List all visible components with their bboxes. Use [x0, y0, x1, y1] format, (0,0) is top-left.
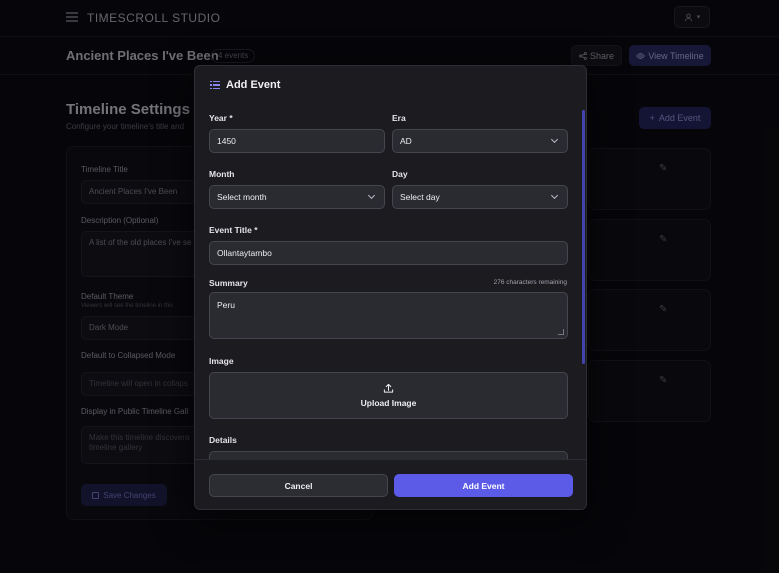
month-select[interactable]: Select month — [209, 185, 385, 209]
event-title-input[interactable]: Ollantaytambo — [209, 241, 568, 265]
resize-grip-icon[interactable] — [558, 329, 564, 335]
day-select[interactable]: Select day — [392, 185, 568, 209]
summary-label: Summary — [209, 278, 248, 288]
list-icon — [210, 80, 220, 90]
modal-title: Add Event — [226, 79, 281, 91]
chevron-down-icon — [367, 191, 376, 200]
modal-scrollbar[interactable] — [582, 110, 585, 364]
day-value: Select day — [400, 192, 440, 202]
month-value: Select month — [217, 192, 267, 202]
year-input[interactable]: 1450 — [209, 129, 385, 153]
event-title-label: Event Title * — [209, 225, 258, 235]
image-label: Image — [209, 356, 234, 366]
upload-icon — [383, 383, 394, 393]
era-label: Era — [392, 113, 406, 123]
cancel-button[interactable]: Cancel — [209, 474, 388, 497]
modal-header: Add Event — [210, 79, 280, 91]
month-label: Month — [209, 169, 235, 179]
year-label: Year * — [209, 113, 233, 123]
details-label: Details — [209, 435, 237, 445]
upload-image-button[interactable]: Upload Image — [209, 372, 568, 419]
upload-image-label: Upload Image — [360, 398, 417, 408]
era-select[interactable]: AD — [392, 129, 568, 153]
event-title-value: Ollantaytambo — [217, 248, 272, 258]
day-label: Day — [392, 169, 408, 179]
summary-char-counter: 276 characters remaining — [493, 279, 567, 286]
year-value: 1450 — [217, 136, 236, 146]
era-value: AD — [400, 136, 412, 146]
chevron-down-icon — [550, 135, 559, 144]
chevron-down-icon — [550, 191, 559, 200]
add-event-modal: Add Event Year * 1450 Era AD Month Selec… — [194, 65, 587, 510]
summary-textarea[interactable]: Peru — [209, 292, 568, 339]
summary-value: Peru — [217, 300, 235, 310]
add-event-submit-button[interactable]: Add Event — [394, 474, 573, 497]
modal-footer: Cancel Add Event — [195, 459, 586, 509]
